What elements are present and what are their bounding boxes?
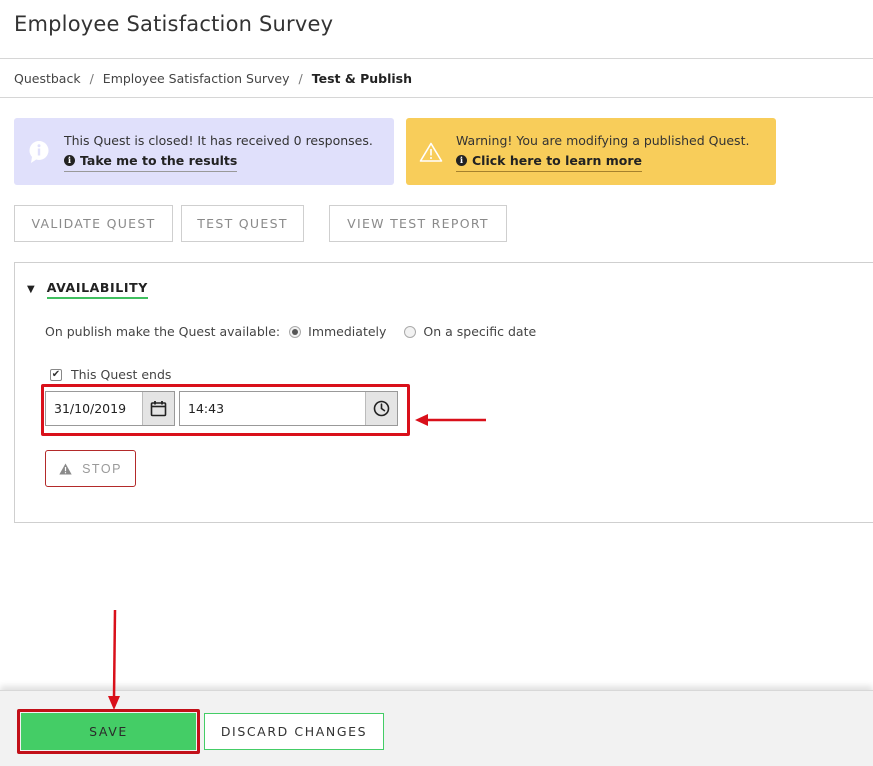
view-test-report-button[interactable]: VIEW TEST REPORT xyxy=(329,205,507,242)
breadcrumb-separator: / xyxy=(89,71,94,86)
test-quest-button[interactable]: TEST QUEST xyxy=(181,205,304,242)
breadcrumb-item-questback[interactable]: Questback xyxy=(14,71,81,86)
closed-quest-alert: This Quest is closed! It has received 0 … xyxy=(14,118,394,185)
stop-button-label: STOP xyxy=(82,461,122,476)
publish-availability-row: On publish make the Quest available: Imm… xyxy=(45,324,536,339)
clock-icon xyxy=(373,400,390,417)
availability-panel: ▼ AVAILABILITY On publish make the Quest… xyxy=(14,262,873,523)
calendar-icon xyxy=(150,401,167,417)
stop-button[interactable]: STOP xyxy=(45,450,136,487)
end-time-field[interactable] xyxy=(179,391,398,426)
radio-immediately[interactable]: Immediately xyxy=(289,324,386,339)
quest-ends-checkbox[interactable]: ✔ xyxy=(50,368,62,381)
breadcrumb: Questback / Employee Satisfaction Survey… xyxy=(14,71,412,86)
publish-availability-label: On publish make the Quest available: xyxy=(45,324,281,339)
clock-button[interactable] xyxy=(365,392,397,425)
warning-triangle-icon xyxy=(419,142,443,162)
save-button[interactable]: SAVE xyxy=(21,713,196,750)
annotation-arrow-left xyxy=(415,414,486,426)
breadcrumb-divider xyxy=(0,97,873,98)
quest-ends-row[interactable]: ✔ This Quest ends xyxy=(50,367,171,382)
radio-button[interactable] xyxy=(404,325,417,338)
calendar-button[interactable] xyxy=(142,392,174,425)
closed-quest-message: This Quest is closed! It has received 0 … xyxy=(64,132,373,148)
results-link-label: Take me to the results xyxy=(80,152,238,168)
end-date-input[interactable] xyxy=(46,392,142,425)
validate-quest-button[interactable]: VALIDATE QUEST xyxy=(14,205,173,242)
modify-warning-message: Warning! You are modifying a published Q… xyxy=(456,132,750,148)
results-link[interactable]: i Take me to the results xyxy=(64,152,238,172)
radio-specific-date[interactable]: On a specific date xyxy=(404,324,536,339)
radio-button[interactable] xyxy=(289,325,302,338)
availability-title: AVAILABILITY xyxy=(46,280,148,299)
learn-more-link-label: Click here to learn more xyxy=(472,152,642,168)
info-circle-icon: i xyxy=(64,155,75,166)
modify-warning-alert: Warning! You are modifying a published Q… xyxy=(406,118,776,185)
breadcrumb-separator: / xyxy=(298,71,303,86)
quest-ends-label: This Quest ends xyxy=(71,367,172,382)
annotation-arrow-down xyxy=(108,610,120,710)
availability-header[interactable]: ▼ AVAILABILITY xyxy=(27,280,148,299)
breadcrumb-item-survey[interactable]: Employee Satisfaction Survey xyxy=(103,71,290,86)
discard-changes-button[interactable]: DISCARD CHANGES xyxy=(204,713,384,750)
caret-down-icon: ▼ xyxy=(27,284,35,295)
end-time-input[interactable] xyxy=(180,392,365,425)
end-date-field[interactable] xyxy=(45,391,175,426)
breadcrumb-item-current: Test & Publish xyxy=(311,71,412,86)
radio-specific-date-label: On a specific date xyxy=(423,324,537,339)
info-circle-icon: i xyxy=(456,155,467,166)
warning-triangle-icon xyxy=(59,463,72,474)
info-bubble-icon xyxy=(29,140,49,163)
header-divider xyxy=(0,58,873,59)
learn-more-link[interactable]: i Click here to learn more xyxy=(456,152,642,172)
radio-immediately-label: Immediately xyxy=(308,324,387,339)
page-title: Employee Satisfaction Survey xyxy=(14,12,334,36)
